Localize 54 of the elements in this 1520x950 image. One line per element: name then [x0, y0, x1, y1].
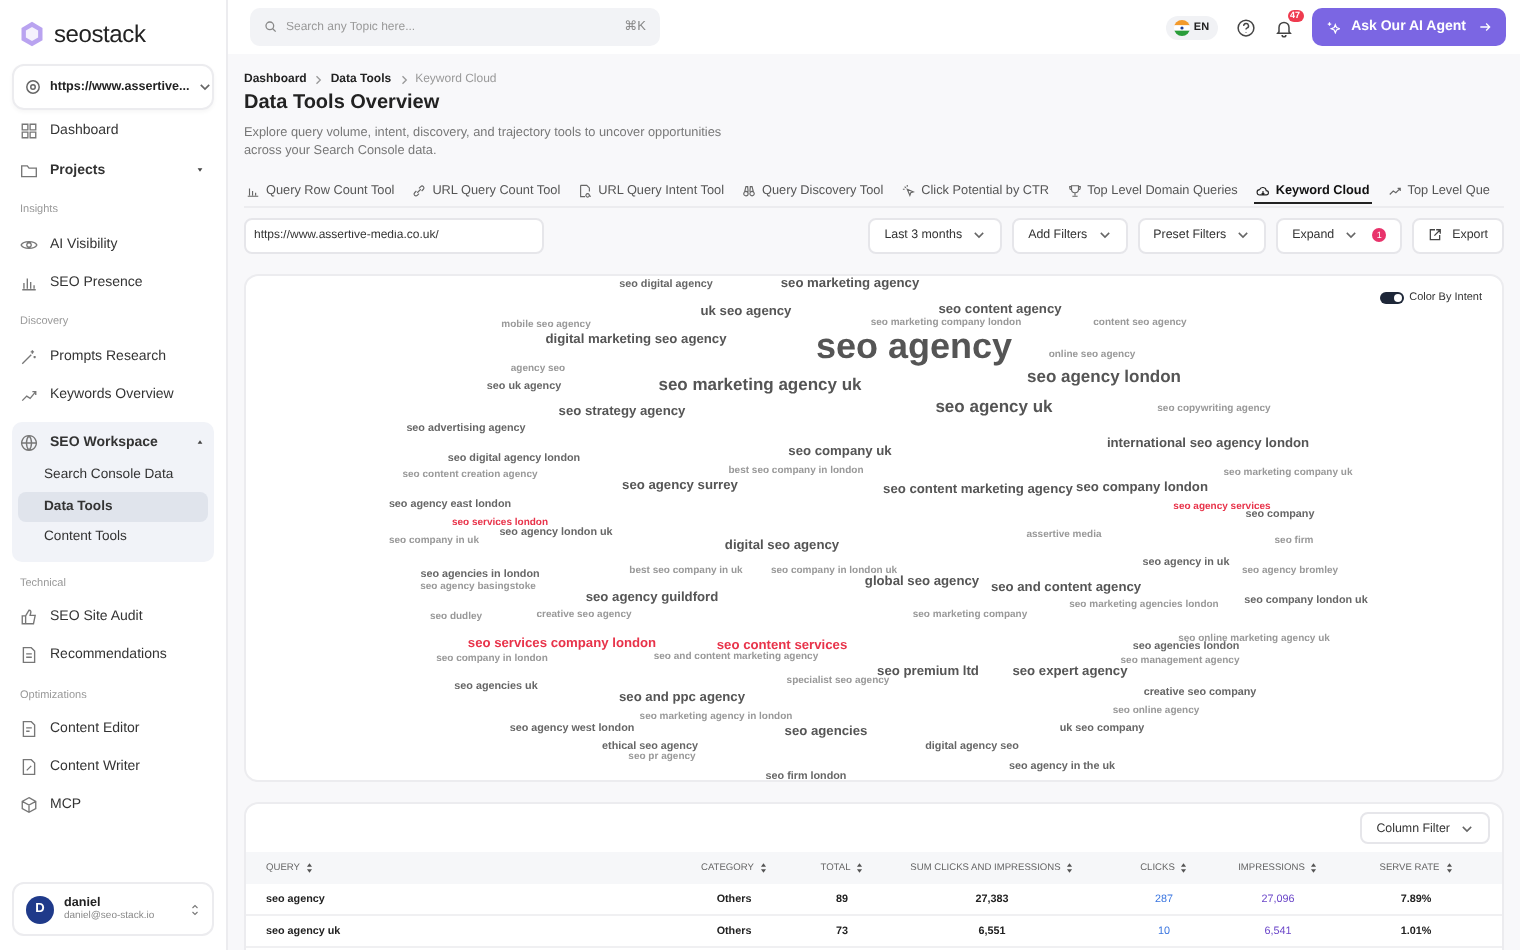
trend-icon — [20, 385, 38, 403]
keyword-text: seo agency london — [1027, 367, 1181, 385]
chevron-down-icon — [1344, 228, 1359, 242]
settings-icon — [24, 78, 42, 96]
sort-icon — [305, 862, 313, 874]
sort-icon — [1066, 862, 1074, 874]
sort-icon — [1445, 862, 1453, 874]
chevron-down-icon — [1460, 821, 1474, 835]
sort-icon — [1310, 862, 1318, 874]
globe-icon — [20, 433, 38, 451]
logo-icon — [18, 20, 46, 48]
help-icon[interactable] — [1235, 17, 1256, 37]
trend-icon — [1387, 184, 1402, 198]
grid-icon — [20, 121, 38, 139]
keyword-text: seo marketing agency uk — [658, 375, 862, 393]
link-icon — [412, 184, 427, 198]
sort-icon — [856, 862, 864, 874]
page-title: Data Tools Overview — [244, 92, 442, 114]
cursor-click-icon — [901, 184, 916, 198]
search-icon — [264, 20, 278, 34]
caret-icon — [194, 164, 206, 176]
folder-icon — [20, 161, 38, 179]
bell-icon[interactable] — [1273, 17, 1294, 37]
binoculars-icon — [742, 184, 756, 198]
keyword-text: seo agency uk — [935, 397, 1053, 415]
chevron-right-icon — [397, 73, 410, 85]
toggle-switch[interactable] — [1379, 292, 1404, 304]
document-icon — [20, 646, 38, 664]
chevron-right-icon — [312, 73, 325, 85]
document-search-icon — [578, 184, 593, 198]
cube-icon — [20, 796, 38, 814]
logo-text: seostack — [54, 20, 146, 48]
cloud-icon — [1255, 183, 1270, 197]
export-icon — [1428, 228, 1443, 242]
document-icon — [20, 758, 38, 776]
chevron-down-icon — [972, 228, 987, 242]
sort-icon — [1180, 862, 1188, 874]
sparkle-icon — [1325, 20, 1340, 34]
keyword-text: seo agency — [815, 328, 1013, 364]
arrow-right-icon — [1478, 20, 1492, 34]
thumbs-up-icon — [20, 608, 38, 626]
chevron-down-icon — [1097, 228, 1112, 242]
chevron-down-icon — [197, 80, 212, 94]
eye-icon — [20, 235, 38, 253]
document-icon — [20, 720, 38, 738]
bar-chart-icon — [246, 184, 260, 198]
sort-icon — [759, 862, 767, 874]
bar-chart-icon — [20, 273, 38, 291]
wand-icon — [20, 347, 38, 365]
trophy-icon — [1067, 184, 1082, 198]
chevron-up-down-icon — [190, 901, 200, 917]
caret-icon — [194, 436, 206, 448]
flag-icon — [1173, 19, 1190, 35]
chevron-down-icon — [1236, 228, 1251, 242]
